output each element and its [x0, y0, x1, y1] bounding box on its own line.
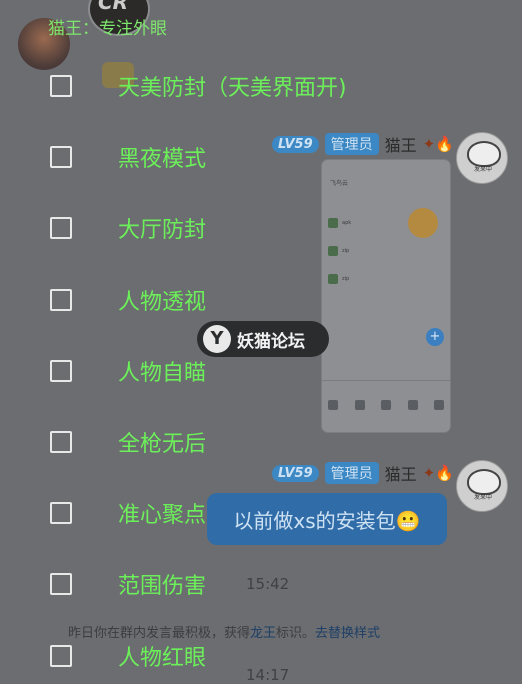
menu-item-label: 人物红眼: [118, 646, 207, 671]
sender-name[interactable]: 猫王: [385, 461, 417, 485]
level-badge: LV59: [272, 135, 319, 153]
menu-item-label: 黑夜模式: [118, 147, 207, 172]
message-header: LV59 管理员 猫王 ✦🔥: [272, 132, 454, 156]
menu-item-label: 天美防封（天美界面开): [118, 76, 347, 101]
image-message[interactable]: 飞鸟云 apk zip zip +: [322, 160, 450, 432]
menu-item-label: 全枪无后: [118, 432, 207, 457]
notice-text: 昨日你在群内发言最积极，获得: [68, 626, 251, 641]
checkbox[interactable]: [50, 289, 72, 311]
checkbox[interactable]: [50, 146, 72, 168]
checkbox[interactable]: [50, 502, 72, 524]
checkbox[interactable]: [50, 217, 72, 239]
checkbox[interactable]: [50, 573, 72, 595]
message-bubble[interactable]: 以前做xs的安装包😬: [207, 493, 447, 545]
watermark: Y 妖猫论坛: [197, 321, 329, 357]
timestamp: 14:17: [246, 666, 290, 684]
menu-item-wallhack[interactable]: 人物透视: [50, 285, 206, 315]
forum-logo-icon: Y: [203, 325, 231, 353]
menu-item-no-recoil[interactable]: 全枪无后: [50, 427, 206, 457]
checkbox[interactable]: [50, 360, 72, 382]
role-badge: 管理员: [324, 133, 379, 155]
menu-item-label: 范围伤害: [118, 574, 207, 599]
menu-item-label: 大厅防封: [118, 218, 207, 243]
menu-item-red-eye[interactable]: 人物红眼: [50, 641, 206, 671]
overlay-title: 猫王：专注外眼: [48, 19, 167, 39]
sender-name[interactable]: 猫王: [385, 132, 417, 156]
checkbox[interactable]: [50, 75, 72, 97]
menu-item-label: 准心聚点: [118, 503, 207, 528]
menu-item-lobby-anti-ban[interactable]: 大厅防封: [50, 213, 206, 243]
avatar[interactable]: 发呆中: [456, 132, 508, 184]
notice-text: 标识。: [276, 626, 316, 641]
role-badge: 管理员: [324, 462, 379, 484]
menu-item-night-mode[interactable]: 黑夜模式: [50, 142, 206, 172]
checkbox[interactable]: [50, 431, 72, 453]
add-icon: +: [426, 328, 444, 346]
timestamp: 15:42: [246, 575, 290, 593]
message-header: LV59 管理员 猫王 ✦🔥: [272, 461, 454, 485]
watermark-text: 妖猫论坛: [237, 331, 305, 352]
flame-icon: ✦🔥: [422, 135, 454, 153]
menu-item-label: 人物透视: [118, 290, 207, 315]
level-badge: LV59: [272, 464, 319, 482]
menu-item-crosshair-focus[interactable]: 准心聚点: [50, 498, 206, 528]
change-style-link[interactable]: 去替换样式: [315, 626, 380, 641]
menu-item-label: 人物自瞄: [118, 361, 207, 386]
system-notice: 昨日你在群内发言最积极，获得龙王标识。去替换样式: [68, 622, 380, 641]
menu-item-anti-ban[interactable]: 天美防封（天美界面开): [50, 71, 347, 101]
checkbox[interactable]: [50, 645, 72, 667]
menu-item-aimbot[interactable]: 人物自瞄: [50, 356, 206, 386]
flame-icon: ✦🔥: [422, 464, 454, 482]
avatar[interactable]: 发呆中: [456, 460, 508, 512]
menu-item-area-damage[interactable]: 范围伤害: [50, 569, 206, 599]
dragon-title: 龙王: [250, 626, 277, 641]
